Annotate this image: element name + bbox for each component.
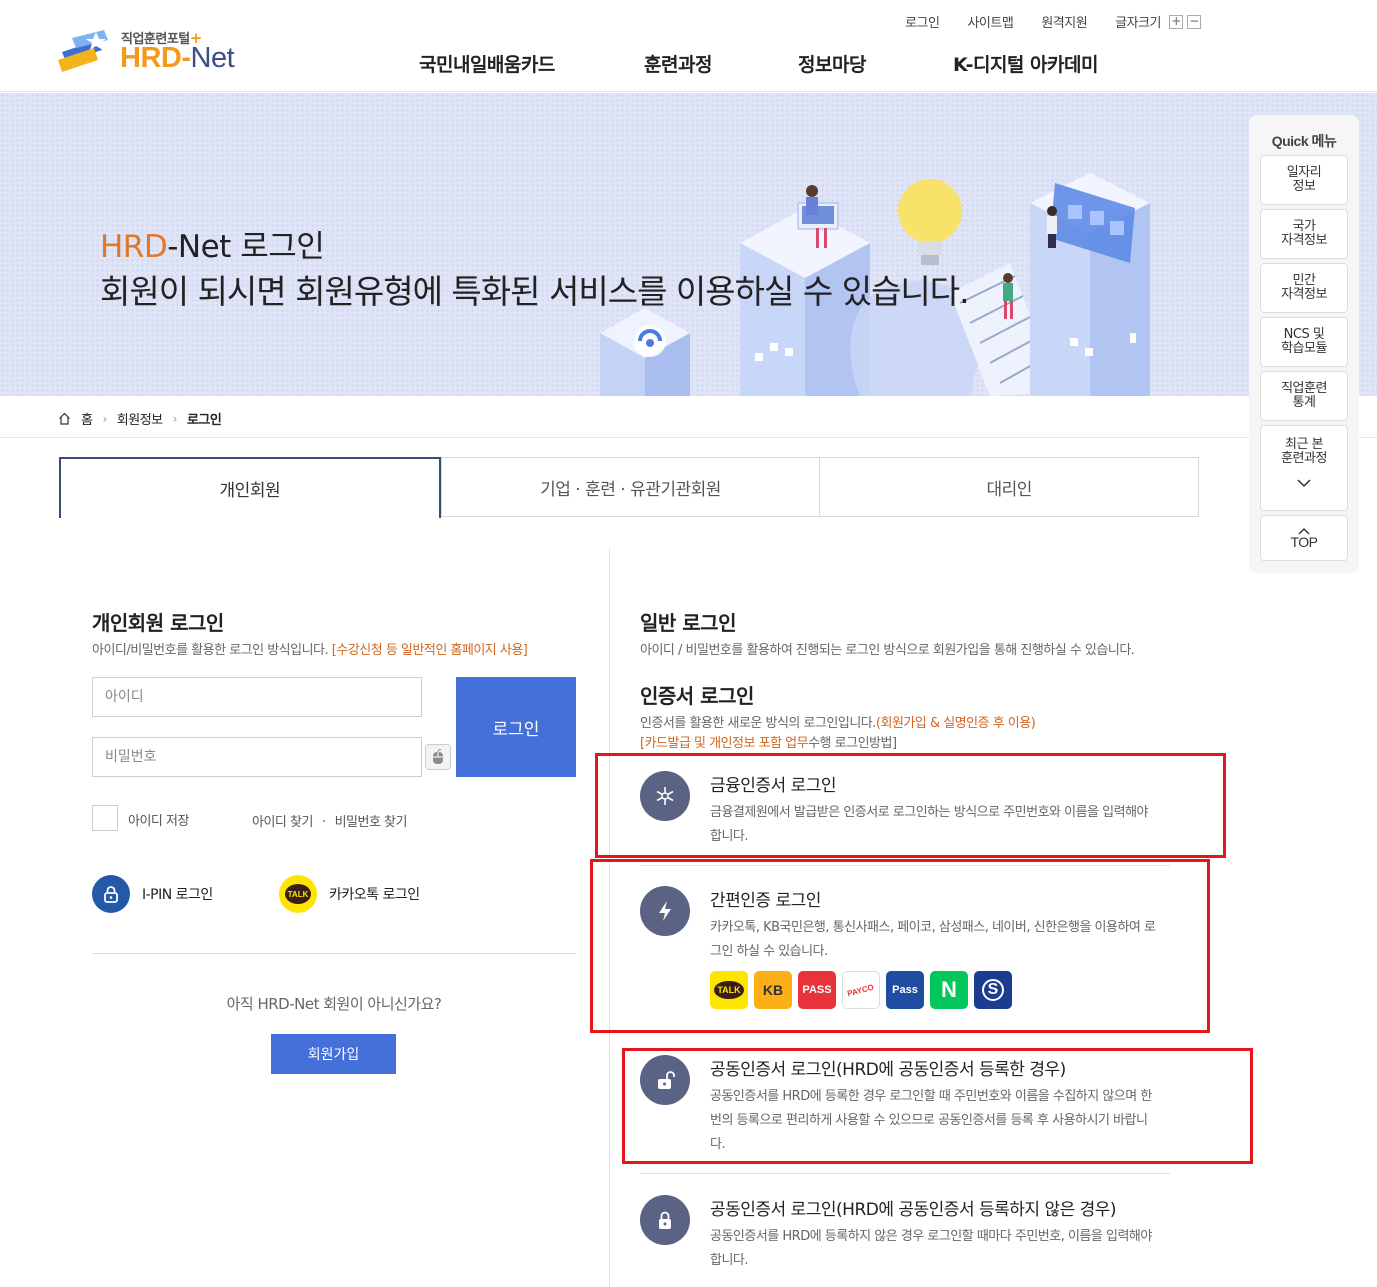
find-id-link[interactable]: 아이디 찾기 (252, 815, 313, 830)
divider (640, 1173, 1170, 1174)
general-login-title: 일반 로그인 (640, 611, 736, 635)
find-separator: · (321, 815, 326, 830)
font-decrease-button[interactable]: − (1187, 14, 1201, 29)
nav-info[interactable]: 정보마당 (798, 50, 866, 77)
kakao-login-label: 카카오톡 로그인 (329, 887, 420, 903)
cert-login-desc2: [카드발급 및 개인정보 포함 업무수행 로그인방법] (640, 736, 897, 751)
lock-icon (92, 875, 130, 913)
breadcrumb-home[interactable]: 홈 (81, 409, 93, 428)
member-type-tabs: 개인회원 기업 · 훈련 · 유관기관회원 대리인 (59, 457, 1199, 518)
hrd-net-logo[interactable]: 직업훈련포털+ HRD-Net (58, 24, 258, 80)
divider (92, 953, 576, 954)
nav-k-digital-academy[interactable]: K-디지털 아카데미 (953, 50, 1098, 77)
personal-login-desc: 아이디/비밀번호를 활용한 로그인 방식입니다. [수강신청 등 일반적인 홈페… (92, 643, 528, 658)
highlight-box (622, 1048, 1253, 1164)
find-links: 아이디 찾기 · 비밀번호 찾기 (252, 811, 407, 830)
quick-national-cert[interactable]: 국가 자격정보 (1260, 209, 1348, 259)
util-sitemap-link[interactable]: 사이트맵 (967, 12, 1013, 31)
divider (0, 437, 1377, 438)
password-input[interactable] (92, 737, 422, 777)
breadcrumb-current: 로그인 (186, 413, 222, 428)
nav-training-courses[interactable]: 훈련과정 (644, 50, 712, 77)
nav-national-card[interactable]: 국민내일배움카드 (419, 50, 555, 77)
highlight-box (595, 753, 1226, 858)
banner-illustration (600, 173, 1150, 396)
virtual-keyboard-icon[interactable] (425, 744, 451, 770)
user-id-input[interactable] (92, 677, 422, 717)
header: 직업훈련포털+ HRD-Net 로그인 사이트맵 원격지원 글자크기 + − 국… (0, 0, 1377, 92)
joint-cert-unregistered-login[interactable]: 공동인증서 로그인(HRD에 공동인증서 등록하지 않은 경우) 공동인증서를 … (640, 1195, 1170, 1275)
quick-menu-title: Quick 메뉴 (1271, 133, 1337, 149)
font-size-control: 글자크기 + − (1115, 12, 1201, 31)
quick-private-cert[interactable]: 민간 자격정보 (1260, 263, 1348, 313)
quick-ncs[interactable]: NCS 및 학습모듈 (1260, 317, 1348, 367)
home-icon[interactable] (58, 412, 71, 425)
font-size-label: 글자크기 (1115, 16, 1161, 31)
personal-login-title: 개인회원 로그인 (92, 611, 224, 635)
highlight-box (590, 859, 1210, 1033)
join-button[interactable]: 회원가입 (271, 1034, 396, 1074)
logo-hrd: HRD (120, 42, 182, 74)
hero-banner: HRD-Net 로그인 회원이 되시면 회원유형에 특화된 서비스를 이용하실 … (0, 93, 1377, 396)
general-login-desc: 아이디 / 비밀번호를 활용하여 진행되는 로그인 방식으로 회원가입을 통해 … (640, 643, 1135, 658)
quick-menu: Quick 메뉴 일자리 정보 국가 자격정보 민간 자격정보 NCS 및 학습… (1249, 115, 1359, 573)
breadcrumb-member[interactable]: 회원정보 (117, 409, 163, 428)
util-remote-link[interactable]: 원격지원 (1041, 12, 1087, 31)
chevron-right-icon: › (172, 411, 178, 426)
kakao-talk-icon: TALK (279, 875, 317, 913)
find-password-link[interactable]: 비밀번호 찾기 (335, 815, 408, 830)
option-title: 공동인증서 로그인(HRD에 공동인증서 등록하지 않은 경우) (710, 1200, 1117, 1220)
cert-login-title: 인증서 로그인 (640, 684, 754, 708)
ipin-login[interactable]: I-PIN 로그인 (92, 875, 213, 913)
breadcrumb: 홈 › 회원정보 › 로그인 (58, 409, 222, 428)
logo-dash: - (181, 42, 191, 74)
quick-job-info[interactable]: 일자리 정보 (1260, 155, 1348, 205)
option-desc: 공동인증서를 HRD에 등록하지 않은 경우 로그인할 때마다 주민번호, 이름… (710, 1229, 1152, 1268)
tab-agent[interactable]: 대리인 (819, 458, 1199, 516)
login-button[interactable]: 로그인 (456, 677, 576, 777)
quick-recent-courses[interactable]: 최근 본 훈련과정 (1260, 425, 1348, 511)
ipin-login-label: I-PIN 로그인 (142, 887, 213, 903)
save-id-label: 아이디 저장 (128, 814, 189, 829)
chevron-right-icon: › (102, 411, 107, 426)
font-increase-button[interactable]: + (1169, 14, 1183, 29)
banner-title: HRD-Net 로그인 (100, 229, 325, 265)
scroll-top-button[interactable]: TOP (1260, 515, 1348, 561)
lock-icon (640, 1195, 690, 1245)
tab-corporate[interactable]: 기업 · 훈련 · 유관기관회원 (440, 458, 820, 516)
logo-net: Net (190, 42, 235, 74)
tab-personal[interactable]: 개인회원 (59, 457, 441, 518)
save-id-checkbox[interactable] (92, 805, 118, 831)
banner-subtitle: 회원이 되시면 회원유형에 특화된 서비스를 이용하실 수 있습니다. (100, 272, 970, 311)
kakao-login[interactable]: TALK 카카오톡 로그인 (279, 875, 420, 913)
quick-stats[interactable]: 직업훈련 통계 (1260, 371, 1348, 421)
utility-menu: 로그인 사이트맵 원격지원 글자크기 + − (877, 12, 1201, 31)
logo-mark-icon (58, 30, 108, 72)
not-member-text: 아직 HRD-Net 회원이 아니신가요? (226, 995, 442, 1013)
chevron-down-icon (1297, 479, 1311, 488)
cert-login-desc: 인증서를 활용한 새로운 방식의 로그인입니다.(회원가입 & 실명인증 후 이… (640, 716, 1036, 731)
util-login-link[interactable]: 로그인 (905, 12, 940, 31)
